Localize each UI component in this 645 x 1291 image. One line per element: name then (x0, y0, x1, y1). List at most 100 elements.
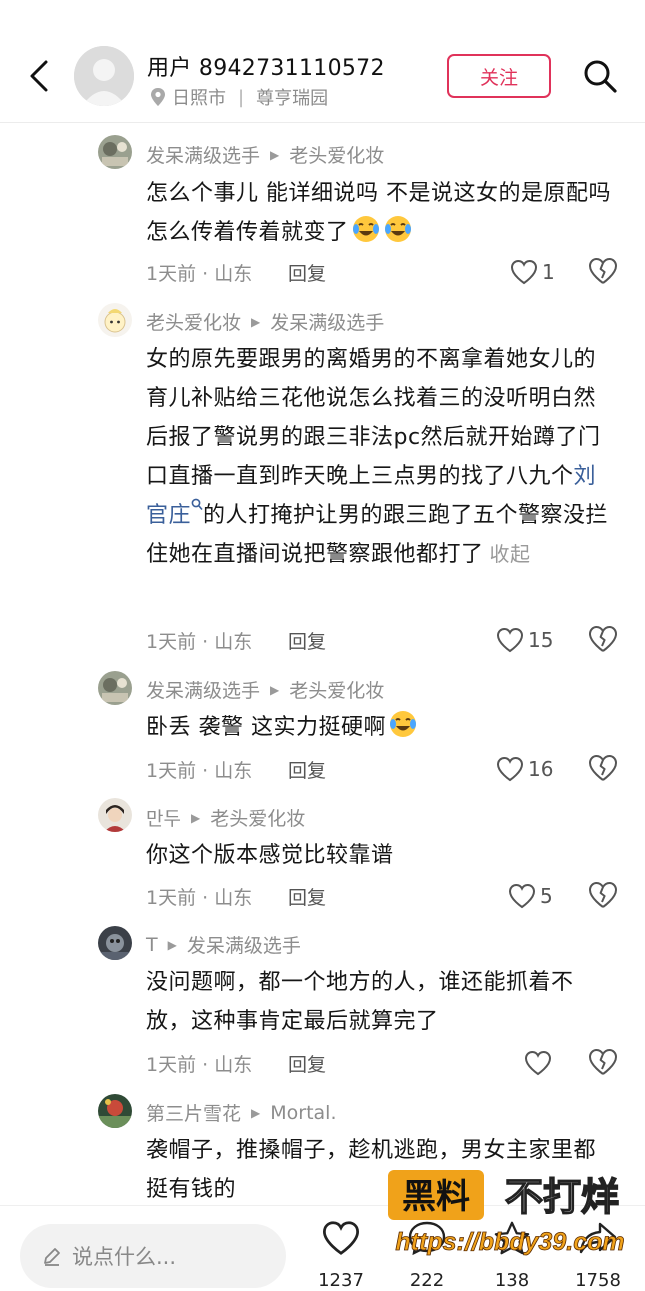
comment-reply-to[interactable]: Mortal. (270, 1102, 336, 1124)
comment-text-body: 卧丢 袭警 这实力挺硬啊 (146, 715, 386, 740)
dislike-button[interactable] (588, 1048, 618, 1078)
heart-icon (496, 627, 524, 653)
comment-reply-to[interactable]: 发呆满级选手 (270, 308, 384, 335)
location-divider: | (238, 86, 245, 108)
like-count: 16 (528, 757, 554, 781)
comment-text-body: 你这个版本感觉比较靠谱 (146, 843, 394, 868)
comment-author-line: 发呆满级选手 ▶ 老头爱化妆 (146, 676, 384, 703)
watermark-brand-b: 不打烊 (505, 1177, 619, 1219)
back-button[interactable] (22, 56, 56, 96)
comment-text[interactable]: 女的原先要跟男的离婚男的不离拿着她女儿的育儿补贴给三花他说怎么找着三的没听明白然… (146, 340, 612, 574)
comment-time-location: 1天前 · 山东 (146, 1054, 253, 1076)
heart-icon (322, 1221, 360, 1255)
comment-author-line: 发呆满级选手 ▶ 老头爱化妆 (146, 141, 384, 168)
comment-author-line: 第三片雪花 ▶ Mortal. (146, 1099, 337, 1126)
avatar-photo-icon (98, 926, 132, 960)
broken-heart-icon (589, 257, 618, 284)
reply-button[interactable]: 回复 (288, 756, 326, 783)
broken-heart-icon (589, 1048, 618, 1075)
location-place: 尊亨瑞园 (256, 88, 329, 109)
reply-arrow-icon: ▶ (190, 810, 201, 825)
search-small-icon (191, 498, 203, 511)
comment-text[interactable]: 没问题啊，都一个地方的人，谁还能抓着不放，这种事肯定最后就算完了 (146, 963, 616, 1041)
crying-laughing-emoji-icon (351, 214, 381, 244)
reply-arrow-icon: ▶ (167, 937, 177, 952)
reply-arrow-icon: ▶ (251, 314, 261, 329)
comment-text[interactable]: 怎么个事儿 能详细说吗 不是说这女的是原配吗 怎么传着传着就变了 (146, 174, 616, 252)
comment-avatar[interactable] (98, 671, 132, 705)
comment-text-body: 没问题啊，都一个地方的人，谁还能抓着不放，这种事肯定最后就算完了 (146, 970, 574, 1034)
reply-button[interactable]: 回复 (288, 259, 326, 286)
broken-heart-icon (589, 881, 618, 908)
like-button[interactable]: 1 (510, 257, 555, 287)
crying-laughing-emoji-icon (388, 709, 418, 739)
heart-icon (496, 756, 524, 782)
avatar-cartoon-icon (98, 303, 132, 337)
comment-author[interactable]: T (146, 934, 158, 956)
follow-button[interactable]: 关注 (447, 54, 551, 98)
post-like-count: 1237 (318, 1270, 364, 1291)
comment-avatar[interactable] (98, 1094, 132, 1128)
avatar[interactable] (74, 46, 134, 106)
comment-reply-to[interactable]: 老头爱化妆 (289, 141, 384, 168)
reply-button[interactable]: 回复 (288, 1050, 326, 1077)
reply-button[interactable]: 回复 (288, 627, 326, 654)
collapse-button[interactable]: 收起 (490, 542, 531, 566)
reply-button[interactable]: 回复 (288, 883, 326, 910)
comment-author[interactable]: 发呆满级选手 (146, 141, 260, 168)
search-icon (584, 60, 617, 93)
post-share-count: 1758 (575, 1270, 621, 1291)
like-count: 15 (528, 628, 554, 652)
reply-arrow-icon: ▶ (270, 147, 280, 162)
comment-avatar[interactable] (98, 303, 132, 337)
like-button[interactable]: 5 (508, 881, 553, 911)
comment-author-line: T ▶ 发呆满级选手 (146, 931, 301, 958)
comment-input[interactable]: 说点什么... (20, 1224, 286, 1288)
post-comment-count: 222 (409, 1270, 445, 1291)
like-button[interactable]: 16 (496, 754, 553, 784)
like-count: 5 (540, 884, 553, 908)
comment-author[interactable]: 老头爱化妆 (146, 308, 241, 335)
comment-author[interactable]: 만두 (146, 804, 181, 831)
default-avatar-icon (74, 46, 134, 106)
comment-time-location: 1天前 · 山东 (146, 760, 253, 782)
reply-arrow-icon: ▶ (270, 682, 280, 697)
profile-username[interactable]: 用户 8942731110572 (147, 50, 385, 82)
reply-arrow-icon: ▶ (251, 1105, 261, 1120)
comment-text-body-cont: 的人打掩护让男的跟三跑了五个警察没拦住她在直播间说把警察跟他都打了 (146, 503, 609, 567)
comment-avatar[interactable] (98, 798, 132, 832)
like-button[interactable] (524, 1048, 556, 1078)
comment-time-location: 1天前 · 山东 (146, 887, 253, 909)
like-button[interactable]: 15 (496, 625, 553, 655)
comment-reply-to[interactable]: 老头爱化妆 (210, 804, 305, 831)
dislike-button[interactable] (588, 625, 618, 655)
dislike-button[interactable] (588, 881, 618, 911)
comment-time-location: 1天前 · 山东 (146, 263, 253, 285)
post-like-button[interactable]: 1237 (311, 1220, 371, 1291)
comment-avatar[interactable] (98, 926, 132, 960)
comment-author[interactable]: 发呆满级选手 (146, 676, 260, 703)
comment-text[interactable]: 卧丢 袭警 这实力挺硬啊 (146, 708, 616, 747)
broken-heart-icon (589, 625, 618, 652)
avatar-photo-icon (98, 671, 132, 705)
profile-location: 日照市 | 尊亨瑞园 (150, 84, 328, 110)
search-button[interactable] (580, 56, 620, 96)
comment-author-line: 만두 ▶ 老头爱化妆 (146, 804, 305, 831)
location-city: 日照市 (172, 88, 226, 109)
dislike-button[interactable] (588, 754, 618, 784)
comment-reply-to[interactable]: 老头爱化妆 (289, 676, 384, 703)
avatar-photo-icon (98, 135, 132, 169)
comment-text[interactable]: 你这个版本感觉比较靠谱 (146, 836, 616, 875)
comment-avatar[interactable] (98, 135, 132, 169)
crying-laughing-emoji-icon (383, 214, 413, 244)
heart-icon (524, 1050, 552, 1076)
top-bar: 用户 8942731110572 日照市 | 尊亨瑞园 关注 (0, 0, 645, 123)
heart-icon (510, 259, 538, 285)
watermark-url: https://bbdy39.com (395, 1228, 624, 1256)
comment-text-body: 女的原先要跟男的离婚男的不离拿着她女儿的育儿补贴给三花他说怎么找着三的没听明白然… (146, 347, 601, 489)
comment-author[interactable]: 第三片雪花 (146, 1099, 241, 1126)
dislike-button[interactable] (588, 257, 618, 287)
like-count: 1 (542, 260, 555, 284)
comment-reply-to[interactable]: 发呆满级选手 (187, 931, 301, 958)
watermark-brand-a: 黑料 (402, 1178, 470, 1216)
